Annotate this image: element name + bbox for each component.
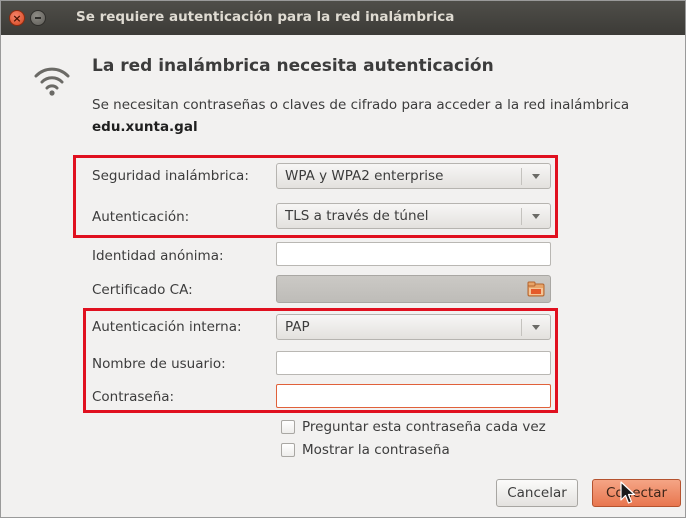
chevron-down-icon <box>532 214 540 219</box>
username-field[interactable] <box>276 351 551 375</box>
ca-cert-label: Certificado CA: <box>92 282 193 298</box>
anon-identity-field[interactable] <box>276 242 551 266</box>
username-input[interactable] <box>277 352 550 375</box>
titlebar: × Se requiere autenticación para la red … <box>1 1 685 35</box>
auth-combo[interactable]: TLS a través de túnel <box>276 203 551 229</box>
inner-auth-combo-value: PAP <box>285 319 310 335</box>
password-input[interactable] <box>277 385 550 408</box>
security-combo-value: WPA y WPA2 enterprise <box>285 168 444 184</box>
combo-separator <box>521 208 522 225</box>
username-label: Nombre de usuario: <box>92 356 226 372</box>
security-combo[interactable]: WPA y WPA2 enterprise <box>276 163 551 189</box>
show-password-label[interactable]: Mostrar la contraseña <box>302 442 450 458</box>
dialog-description: Se necesitan contraseñas o claves de cif… <box>92 97 630 113</box>
window-title: Se requiere autenticación para la red in… <box>76 9 455 25</box>
connect-button[interactable]: Conectar <box>592 479 681 507</box>
cancel-button[interactable]: Cancelar <box>496 479 578 507</box>
auth-combo-value: TLS a través de túnel <box>285 208 429 224</box>
mouse-pointer-icon <box>620 481 636 504</box>
close-icon: × <box>12 12 22 25</box>
ask-each-time-checkbox[interactable] <box>281 420 295 434</box>
auth-dialog: × Se requiere autenticación para la red … <box>0 0 686 518</box>
network-name: edu.xunta.gal <box>92 119 198 135</box>
anon-identity-input[interactable] <box>277 243 550 266</box>
anon-identity-label: Identidad anónima: <box>92 248 224 264</box>
combo-separator <box>521 319 522 336</box>
combo-separator <box>521 168 522 185</box>
window-close-button[interactable]: × <box>9 10 25 26</box>
chevron-down-icon <box>532 325 540 330</box>
auth-label: Autenticación: <box>92 209 190 225</box>
security-label: Seguridad inalámbrica: <box>92 168 249 184</box>
password-label: Contraseña: <box>92 389 175 405</box>
wifi-icon <box>34 67 70 96</box>
folder-icon[interactable] <box>526 279 546 299</box>
ask-each-time-label[interactable]: Preguntar esta contraseña cada vez <box>302 419 546 435</box>
dialog-heading: La red inalámbrica necesita autenticació… <box>92 56 494 76</box>
inner-auth-combo[interactable]: PAP <box>276 314 551 340</box>
chevron-down-icon <box>532 174 540 179</box>
inner-auth-label: Autenticación interna: <box>92 319 242 335</box>
show-password-checkbox[interactable] <box>281 443 295 457</box>
ca-cert-chooser[interactable] <box>276 275 551 303</box>
password-field[interactable] <box>276 384 551 408</box>
window-minimize-button[interactable] <box>30 10 46 26</box>
